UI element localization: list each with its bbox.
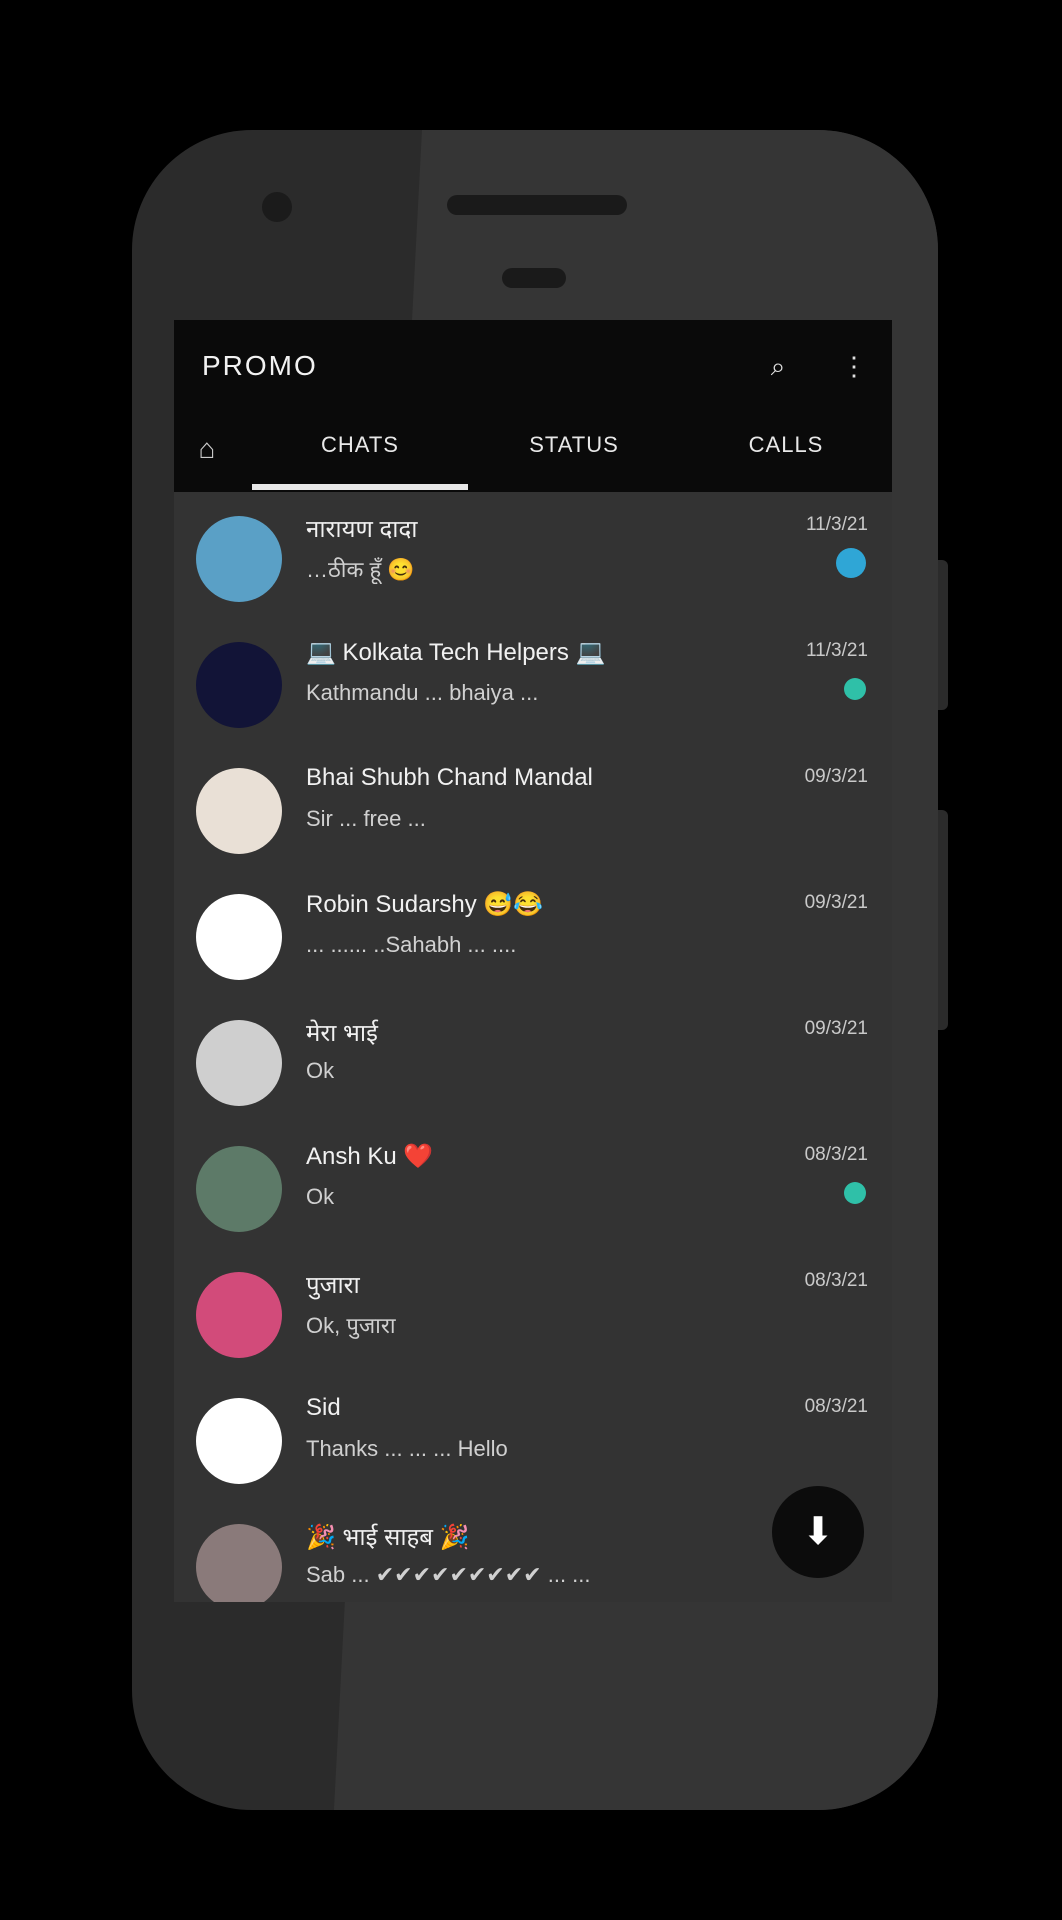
chat-message: Kathmandu ... bhaiya ... <box>306 680 539 705</box>
search-icon[interactable]: ⌕ <box>758 346 798 386</box>
chat-time: 09/3/21 <box>804 766 868 787</box>
avatar <box>196 894 282 980</box>
chat-time: 11/3/21 <box>806 514 868 535</box>
avatar <box>196 516 282 602</box>
tab-calls[interactable]: CALLS <box>680 432 892 458</box>
proximity-sensor <box>502 268 566 288</box>
chat-row[interactable]: नारायण दादा …ठीक हूँ 😊 11/3/21 <box>174 492 892 618</box>
tab-chats[interactable]: CHATS <box>252 432 468 458</box>
chat-name: नारायण दादा <box>306 516 418 543</box>
chat-name: पुजारा <box>306 1272 360 1299</box>
chat-row[interactable]: Robin Sudarshy 😅😂 ... ...... ..Sahabh ..… <box>174 870 892 996</box>
power-button <box>938 560 948 710</box>
home-icon[interactable]: ⌂ <box>190 432 224 466</box>
tab-indicator <box>252 484 468 490</box>
front-camera <box>262 192 292 222</box>
chat-row[interactable]: मेरा भाई Ok 09/3/21 <box>174 996 892 1122</box>
chat-message: Sab ... ✔✔✔✔✔✔✔✔✔ ... ... <box>306 1562 591 1587</box>
app-screen: PROMO ⌕ ⋮ ⌂ CHATS STATUS CALLS नारायण दा… <box>174 320 892 1602</box>
tab-status[interactable]: STATUS <box>468 432 680 458</box>
scroll-down-button[interactable]: ⬇ <box>772 1486 864 1578</box>
chat-message: Ok <box>306 1184 335 1209</box>
chat-row[interactable]: Bhai Shubh Chand Mandal Sir ... free ...… <box>174 744 892 870</box>
chat-time: 09/3/21 <box>804 1018 868 1039</box>
volume-button <box>938 810 948 1030</box>
chat-name: Robin Sudarshy 😅😂 <box>306 891 544 918</box>
chat-time: 08/3/21 <box>804 1144 868 1165</box>
chat-message: Ok, पुजारा <box>306 1313 396 1338</box>
avatar <box>196 642 282 728</box>
avatar <box>196 1398 282 1484</box>
chat-name: 💻 Kolkata Tech Helpers 💻 <box>306 639 606 666</box>
avatar <box>196 1524 282 1602</box>
avatar <box>196 1146 282 1232</box>
chat-message: Ok <box>306 1058 335 1083</box>
chat-message: ... ...... ..Sahabh ... .... <box>306 932 517 957</box>
app-title: PROMO <box>202 350 318 381</box>
chat-row[interactable]: 💻 Kolkata Tech Helpers 💻 Kathmandu ... b… <box>174 618 892 744</box>
unread-badge <box>844 1182 866 1204</box>
earpiece-speaker <box>447 195 627 215</box>
chat-message: Thanks ... ... ... Hello <box>306 1436 508 1461</box>
chat-message: Sir ... free ... <box>306 806 426 831</box>
chat-name: Sid <box>306 1394 341 1421</box>
chat-time: 08/3/21 <box>804 1270 868 1291</box>
avatar <box>196 768 282 854</box>
down-arrow-icon: ⬇ <box>802 1511 834 1553</box>
chat-name: 🎉 भाई साहब 🎉 <box>306 1524 470 1551</box>
chat-row[interactable]: पुजारा Ok, पुजारा 08/3/21 <box>174 1248 892 1374</box>
chat-time: 11/3/21 <box>806 640 868 661</box>
chat-message: …ठीक हूँ 😊 <box>306 557 415 582</box>
chat-row[interactable]: Ansh Ku ❤️ Ok 08/3/21 <box>174 1122 892 1248</box>
chat-row[interactable]: Sid Thanks ... ... ... Hello 08/3/21 <box>174 1374 892 1500</box>
unread-badge <box>844 678 866 700</box>
more-vert-icon[interactable]: ⋮ <box>834 346 874 386</box>
chat-time: 09/3/21 <box>804 892 868 913</box>
chat-name: मेरा भाई <box>306 1020 378 1047</box>
chat-time: 08/3/21 <box>804 1396 868 1417</box>
app-bar: PROMO ⌕ ⋮ ⌂ CHATS STATUS CALLS <box>174 320 892 492</box>
unread-badge <box>836 548 866 578</box>
chat-name: Ansh Ku ❤️ <box>306 1143 434 1170</box>
avatar <box>196 1020 282 1106</box>
avatar <box>196 1272 282 1358</box>
tab-bar: ⌂ CHATS STATUS CALLS <box>174 418 892 492</box>
chat-name: Bhai Shubh Chand Mandal <box>306 764 593 791</box>
